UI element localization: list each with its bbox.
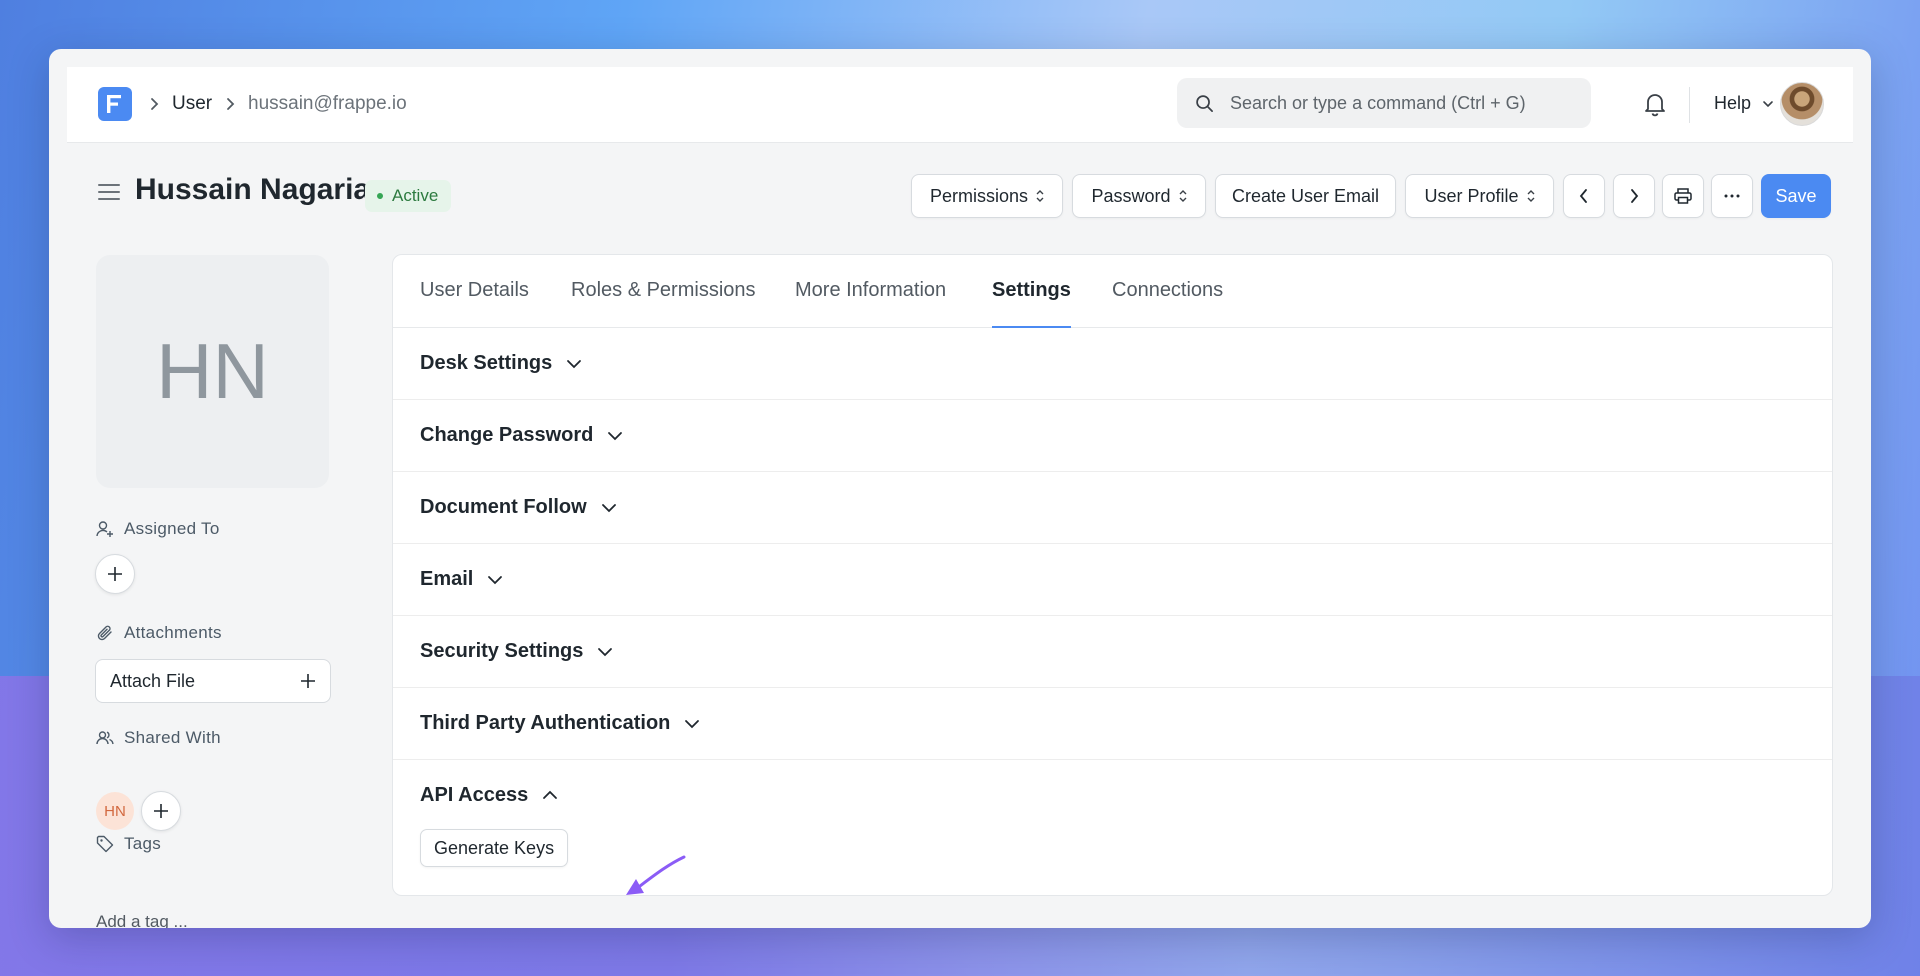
bell-icon[interactable] [1643,91,1667,122]
password-button[interactable]: Password [1072,174,1206,218]
help-dropdown[interactable]: Help [1714,93,1774,114]
previous-record-button[interactable] [1563,174,1605,218]
form-card: User Details Roles & Permissions More In… [392,254,1833,896]
tab-settings[interactable]: Settings [992,279,1071,302]
tab-bar: User Details Roles & Permissions More In… [393,255,1832,328]
section-desk-settings[interactable]: Desk Settings [393,328,1832,400]
select-arrows-icon [1036,189,1044,203]
user-profile-label: User Profile [1424,185,1519,206]
plus-icon [301,674,315,688]
password-label: Password [1091,185,1171,206]
permissions-button[interactable]: Permissions [911,174,1063,218]
chevron-right-icon [150,97,160,115]
section-title: Email [420,568,474,590]
status-dot [377,193,383,199]
add-share-button[interactable] [141,791,181,831]
save-label: Save [1775,185,1817,206]
user-plus-icon [96,521,113,537]
assigned-to-label: Assigned To [124,519,220,538]
section-title: API Access [420,783,529,806]
section-title: Security Settings [420,640,584,662]
save-button[interactable]: Save [1761,174,1831,218]
frappe-logo-icon[interactable] [98,87,132,121]
breadcrumb-current-record[interactable]: hussain@frappe.io [248,93,407,115]
section-title: Third Party Authentication [420,712,671,734]
tab-connections[interactable]: Connections [1112,279,1223,302]
more-actions-button[interactable] [1711,174,1753,218]
attachments-heading: Attachments [96,623,222,643]
navbar-divider [1689,87,1690,123]
tags-label: Tags [124,834,162,853]
next-record-button[interactable] [1613,174,1655,218]
chevron-down-icon [601,503,616,512]
chevron-down-icon [488,575,503,584]
tab-user-details[interactable]: User Details [420,279,529,302]
section-title: Document Follow [420,496,587,518]
shared-with-heading: Shared With [96,728,221,748]
shared-user-avatar[interactable]: HN [96,792,134,830]
active-tab-indicator [992,326,1071,328]
attach-file-label: Attach File [110,670,196,691]
tab-roles-permissions[interactable]: Roles & Permissions [571,279,756,302]
navbar: User hussain@frappe.io Search or type a … [67,67,1853,143]
chevron-right-icon [1631,189,1639,203]
app-window: User hussain@frappe.io Search or type a … [49,49,1871,928]
shared-with-label: Shared With [124,728,221,747]
create-user-email-button[interactable]: Create User Email [1215,174,1396,218]
breadcrumb-user[interactable]: User [172,93,212,115]
assigned-to-heading: Assigned To [96,519,220,539]
paperclip-icon [97,625,112,641]
users-icon [96,731,114,745]
section-title: Change Password [420,424,594,446]
chevron-down-icon [1763,101,1773,108]
tab-more-information[interactable]: More Information [795,279,946,302]
user-profile-button[interactable]: User Profile [1405,174,1554,218]
chevron-up-icon [543,790,558,799]
sidebar-toggle-icon[interactable] [97,182,121,207]
create-user-email-label: Create User Email [1231,185,1380,206]
section-email[interactable]: Email [393,544,1832,616]
permissions-label: Permissions [929,185,1029,206]
profile-avatar-placeholder[interactable]: HN [96,255,329,488]
page-title: Hussain Nagaria [135,173,371,206]
user-avatar[interactable] [1780,82,1824,126]
chevron-down-icon [685,719,700,728]
generate-keys-label: Generate Keys [434,837,555,858]
attach-file-button[interactable]: Attach File [95,659,331,703]
search-placeholder: Search or type a command (Ctrl + G) [1230,92,1526,113]
chevron-down-icon [608,431,623,440]
generate-keys-button[interactable]: Generate Keys [420,829,569,867]
section-document-follow[interactable]: Document Follow [393,472,1832,544]
status-badge: Active [365,180,452,212]
section-security-settings[interactable]: Security Settings [393,616,1832,688]
tags-heading: Tags [96,834,161,854]
help-label: Help [1714,93,1752,113]
section-title: Desk Settings [420,352,553,374]
search-icon [1196,94,1213,112]
section-third-party-authentication[interactable]: Third Party Authentication [393,688,1832,760]
add-tag-link[interactable]: Add a tag ... [96,912,188,928]
search-input[interactable]: Search or type a command (Ctrl + G) [1177,78,1591,128]
chevron-left-icon [1579,189,1587,203]
ellipsis-icon [1724,194,1740,198]
chevron-down-icon [567,359,582,368]
plus-icon [108,567,122,581]
section-change-password[interactable]: Change Password [393,400,1832,472]
status-label: Active [392,186,439,205]
add-assignment-button[interactable] [95,554,135,594]
tag-icon [96,835,114,853]
print-button[interactable] [1662,174,1704,218]
attachments-label: Attachments [124,623,222,642]
section-api-access[interactable]: API Access [393,760,1832,830]
printer-icon [1674,188,1692,204]
plus-icon [154,804,168,818]
annotation-arrow-icon [626,855,686,895]
chevron-down-icon [598,647,613,656]
chevron-right-icon [226,97,236,115]
select-arrows-icon [1179,189,1187,203]
select-arrows-icon [1527,189,1535,203]
